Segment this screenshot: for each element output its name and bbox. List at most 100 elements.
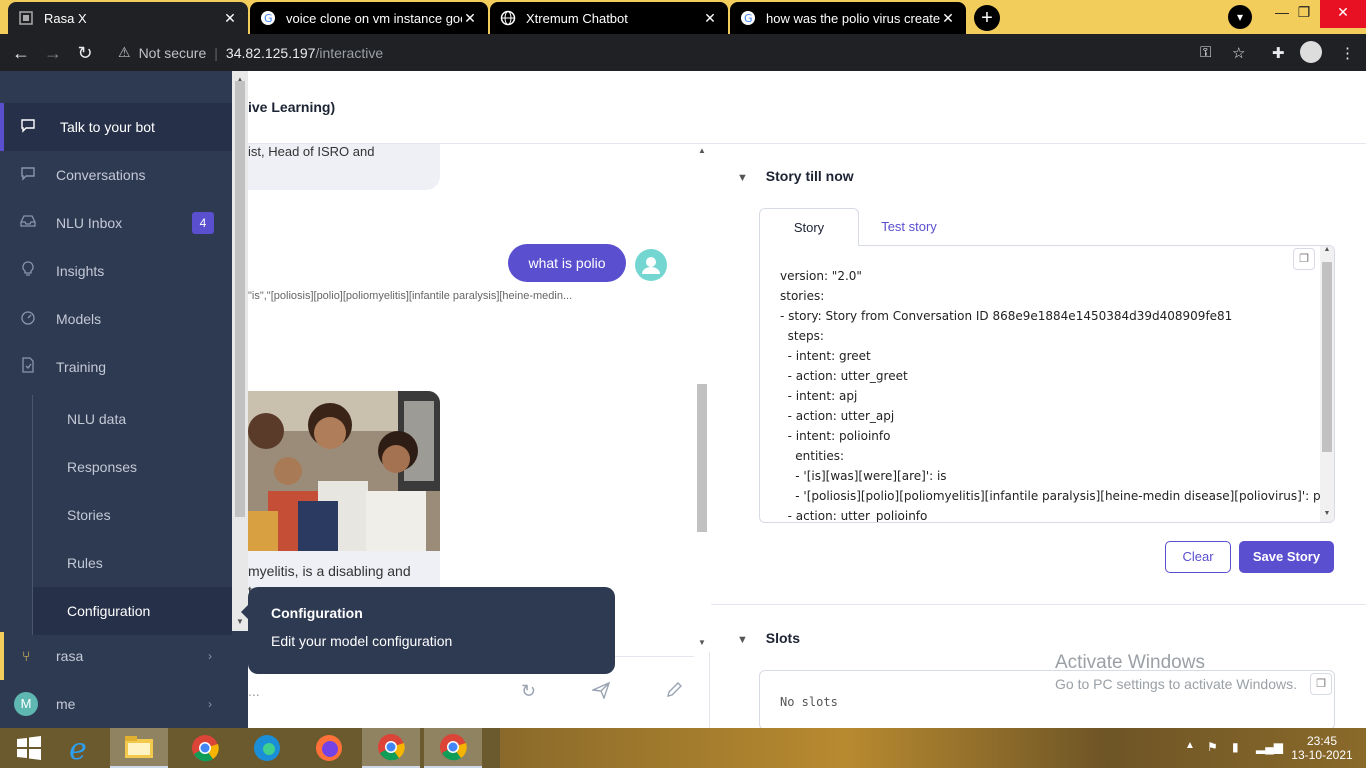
forward-arrow-icon[interactable]: →: [40, 40, 66, 66]
sidebar-scrollbar[interactable]: ▲ ▼: [232, 71, 248, 631]
start-button[interactable]: [0, 728, 58, 768]
firefox-icon[interactable]: [300, 728, 358, 768]
chrome-profile-window-icon[interactable]: [424, 728, 482, 768]
document-icon: [0, 357, 56, 377]
bot-message: ist, Head of ISRO and: [248, 144, 440, 190]
close-window-button[interactable]: ✕: [1320, 0, 1366, 28]
sidebar-item-label: Talk to your bot: [60, 119, 155, 135]
close-tab-icon[interactable]: ✕: [940, 10, 956, 27]
pencil-icon[interactable]: [665, 681, 683, 704]
tab-title: voice clone on vm instance goog: [286, 10, 462, 26]
tab-test-story[interactable]: Test story: [859, 208, 959, 246]
scroll-down-arrow-icon[interactable]: ▼: [694, 638, 710, 647]
gauge-icon: [0, 309, 56, 329]
signal-icon[interactable]: ▂▄▆: [1256, 740, 1283, 754]
tooltip-arrow: [241, 605, 248, 619]
menu-dots-icon[interactable]: ⋮: [1340, 44, 1355, 62]
subitem-label: Stories: [67, 507, 111, 523]
edge-icon[interactable]: [238, 728, 296, 768]
send-icon[interactable]: [590, 681, 611, 704]
browser-tab-strip: Rasa X ✕ G voice clone on vm instance go…: [0, 0, 1366, 34]
close-tab-icon[interactable]: ✕: [702, 10, 718, 27]
clear-button[interactable]: Clear: [1165, 541, 1231, 573]
key-icon[interactable]: ⚿: [1200, 44, 1211, 61]
story-section-header[interactable]: ▼ Story till now: [737, 168, 854, 184]
divider: [711, 604, 1366, 605]
tray-chevron-up-icon[interactable]: ▲: [1185, 740, 1195, 751]
google-icon: G: [740, 10, 756, 26]
chevron-right-icon: ›: [208, 649, 212, 663]
watermark-title: Activate Windows: [1055, 652, 1205, 673]
tab-rasa-x[interactable]: Rasa X ✕: [8, 2, 248, 34]
story-panel: ▼ Story till now Story Test story versio…: [711, 144, 1366, 730]
story-scrollbar[interactable]: ▲ ▼: [1320, 246, 1334, 522]
user-menu[interactable]: M me ›: [0, 680, 248, 728]
subitem-label: Responses: [67, 459, 138, 475]
project-selector[interactable]: ⑂ rasa ›: [0, 632, 248, 680]
message-input[interactable]: ...: [248, 683, 260, 699]
chrome-icon[interactable]: [176, 728, 234, 768]
sidebar-item-models[interactable]: Models: [0, 295, 232, 343]
sidebar-subitem-configuration[interactable]: Configuration: [32, 587, 232, 635]
scrollbar-thumb[interactable]: [235, 81, 245, 517]
restart-icon[interactable]: ↻: [521, 681, 536, 702]
reload-icon[interactable]: ↻: [72, 40, 98, 66]
globe-icon: [500, 10, 516, 26]
chrome-window-icon[interactable]: [362, 728, 420, 768]
tab-title: how was the polio virus created -: [766, 10, 940, 26]
subitem-label: Configuration: [67, 603, 151, 619]
sidebar-item-nlu-inbox[interactable]: NLU Inbox 4: [0, 199, 232, 247]
scrollbar-thumb[interactable]: [1322, 262, 1332, 452]
sidebar-item-insights[interactable]: Insights: [0, 247, 232, 295]
user-message: what is polio: [508, 244, 626, 282]
scroll-up-arrow-icon[interactable]: ▲: [1320, 246, 1334, 253]
configuration-tooltip: Configuration Edit your model configurat…: [241, 587, 615, 674]
sidebar-item-training[interactable]: Training: [0, 343, 232, 391]
chat-scrollbar[interactable]: ▲ ▼: [694, 144, 710, 652]
bot-message-text: myelitis, is a disabling and: [248, 563, 411, 579]
subitem-label: Rules: [67, 555, 103, 571]
svg-text:G: G: [264, 12, 273, 25]
extensions-icon[interactable]: ✚: [1272, 44, 1285, 62]
scroll-up-arrow-icon[interactable]: ▲: [694, 146, 710, 155]
chevron-down-icon: ▼: [737, 172, 748, 184]
sidebar-item-talk-to-bot[interactable]: Talk to your bot: [0, 103, 232, 151]
copy-icon[interactable]: ❐: [1310, 673, 1332, 695]
tab-search-icon[interactable]: ▾: [1228, 5, 1252, 29]
save-story-button[interactable]: Save Story: [1239, 541, 1334, 573]
tab-xtremum-chatbot[interactable]: Xtremum Chatbot ✕: [490, 2, 728, 34]
battery-icon[interactable]: ▮: [1232, 740, 1239, 754]
sidebar-item-conversations[interactable]: Conversations: [0, 151, 232, 199]
internet-explorer-icon[interactable]: e: [52, 728, 110, 768]
close-tab-icon[interactable]: ✕: [462, 10, 478, 27]
scroll-down-arrow-icon[interactable]: ▼: [1320, 510, 1334, 517]
google-icon: G: [260, 10, 276, 26]
star-icon[interactable]: ☆: [1232, 44, 1245, 62]
file-explorer-icon[interactable]: [110, 728, 168, 768]
new-tab-button[interactable]: +: [974, 5, 1000, 31]
section-title: Story till now: [765, 168, 854, 184]
sidebar-subitem-nlu-data[interactable]: NLU data: [32, 395, 232, 443]
avatar: M: [14, 692, 38, 716]
subitem-label: NLU data: [67, 411, 127, 427]
network-flag-icon[interactable]: ⚑: [1207, 740, 1218, 754]
tab-voice-clone[interactable]: G voice clone on vm instance goog ✕: [250, 2, 488, 34]
back-arrow-icon[interactable]: ←: [8, 40, 34, 66]
project-label: rasa: [56, 648, 84, 664]
taskbar-clock[interactable]: 23:45 13-10-2021: [1284, 734, 1360, 762]
slots-section-header[interactable]: ▼ Slots: [737, 630, 800, 646]
sidebar-subitem-rules[interactable]: Rules: [32, 539, 232, 587]
tab-polio-search[interactable]: G how was the polio virus created - ✕: [730, 2, 966, 34]
bot-message: myelitis, is a disabling and t: [248, 551, 440, 599]
copy-icon[interactable]: ❐: [1293, 248, 1315, 270]
sidebar-subitem-stories[interactable]: Stories: [32, 491, 232, 539]
section-title: Slots: [765, 630, 801, 646]
close-tab-icon[interactable]: ✕: [222, 10, 238, 27]
sidebar-subitem-responses[interactable]: Responses: [32, 443, 232, 491]
tab-story[interactable]: Story: [759, 208, 859, 246]
intent-entities-label[interactable]: "is","[poliosis][polio][poliomyelitis][i…: [248, 290, 572, 302]
maximize-button[interactable]: ❐: [1284, 0, 1324, 28]
profile-avatar[interactable]: [1300, 41, 1322, 63]
scrollbar-thumb[interactable]: [697, 384, 707, 532]
address-bar[interactable]: ⚠ Not secure | 34.82.125.197 /interactiv…: [108, 38, 1264, 67]
